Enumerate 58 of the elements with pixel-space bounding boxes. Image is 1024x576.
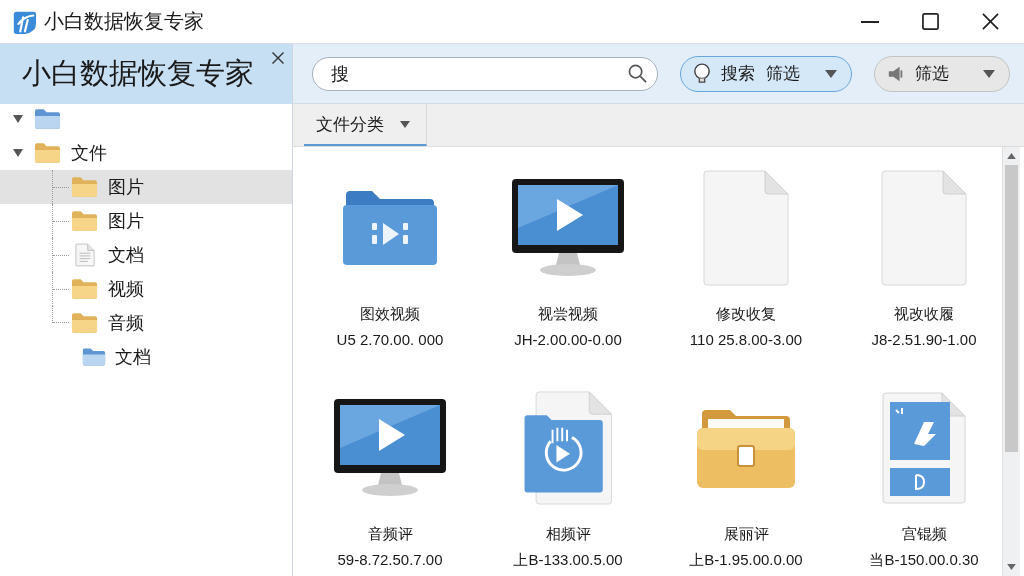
sidebar-title: 小白数据恢复专家	[22, 56, 254, 91]
close-panel-button[interactable]	[270, 50, 286, 66]
maximize-icon	[921, 13, 939, 30]
folder-icon	[82, 347, 106, 367]
tree-item[interactable]: 视频	[0, 272, 292, 306]
tree-item[interactable]: 文档	[0, 340, 292, 374]
file-name: 视改收履	[894, 304, 954, 324]
media-file-icon[interactable]	[522, 391, 614, 505]
caret-icon	[983, 69, 995, 78]
file-size: J8-2.51.90-1.00	[871, 330, 977, 350]
folder-icon	[71, 278, 98, 300]
document-icon	[75, 243, 95, 267]
file-size: 上B-1.95.00.0.00	[689, 550, 803, 570]
tree-item[interactable]: 音频	[0, 306, 292, 340]
file-size: 当B-150.00.0.30	[869, 550, 979, 570]
close-icon	[272, 52, 284, 64]
search-icon	[628, 64, 647, 83]
file-name: 展丽评	[723, 524, 769, 544]
search-filter-button[interactable]: 搜索 筛选	[680, 55, 852, 92]
file-size: 59-8.72.50.7.00	[337, 550, 443, 570]
file-size: JH-2.00.00-0.00	[514, 330, 622, 350]
file-icon[interactable]	[882, 392, 966, 504]
tree-item[interactable]: 文件	[0, 136, 292, 170]
video-monitor-icon[interactable]	[333, 398, 447, 498]
tree-item[interactable]: 图片	[0, 170, 292, 204]
window-title: 小白数据恢复专家	[44, 9, 204, 34]
filter-button[interactable]: 筛选	[874, 55, 1010, 92]
search-field[interactable]: 搜	[312, 56, 658, 91]
file-size: U5 2.70.00. 000	[336, 330, 444, 350]
scrollbar-track[interactable]	[1002, 147, 1020, 576]
file-name: 图效视频	[360, 304, 420, 324]
caret-icon	[400, 120, 410, 128]
file-name: 视尝视频	[538, 304, 598, 324]
video-folder-icon[interactable]	[342, 189, 438, 267]
scroll-up-icon[interactable]	[1007, 153, 1016, 159]
tree-item[interactable]: 图片	[0, 204, 292, 238]
folder-icon	[71, 176, 98, 198]
video-monitor-icon[interactable]	[511, 178, 625, 278]
tree-item[interactable]: 文档	[0, 238, 292, 272]
folder-icon	[34, 142, 61, 164]
folder-icon	[71, 312, 98, 334]
file-size: 110 25.8.00-3.00	[689, 330, 803, 350]
close-icon	[981, 13, 999, 30]
file-name: 修改收复	[716, 304, 776, 324]
caret-icon[interactable]	[13, 115, 23, 123]
file-name: 宫锟频	[901, 524, 947, 544]
folder-icon	[71, 210, 98, 232]
scrollbar-thumb[interactable]	[1005, 165, 1018, 452]
scroll-down-icon[interactable]	[1007, 564, 1016, 570]
folder-icon	[34, 108, 61, 130]
minimize-icon	[861, 20, 879, 23]
file-size: 上B-133.00.5.00	[513, 550, 623, 570]
lightbulb-icon	[693, 62, 711, 85]
category-tab[interactable]: 文件分类	[304, 104, 427, 146]
caret-icon[interactable]	[13, 149, 23, 157]
file-name: 音频评	[367, 524, 413, 544]
file-name: 相频评	[545, 524, 591, 544]
caret-icon	[825, 69, 837, 78]
